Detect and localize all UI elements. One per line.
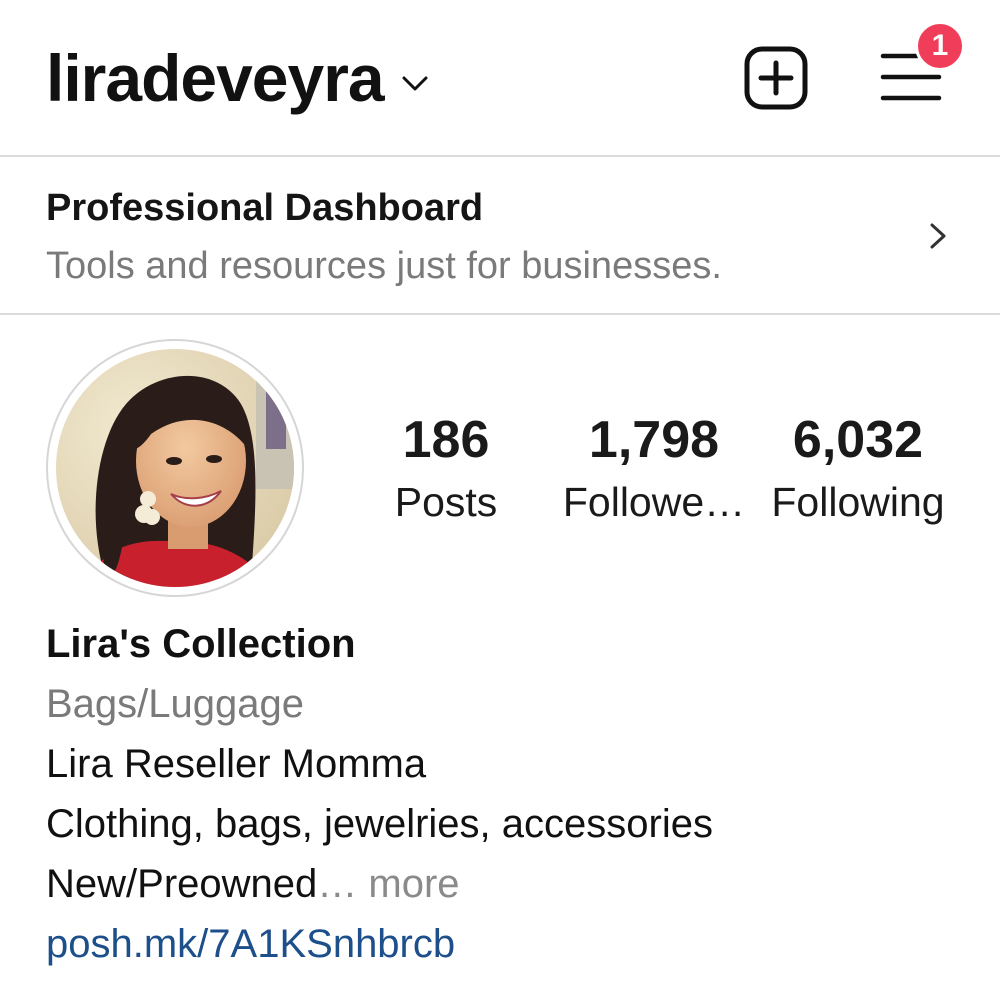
account-switcher[interactable]: liradeveyra bbox=[46, 38, 432, 118]
profile-website-link[interactable]: posh.mk/7A1KSnhbrcb bbox=[46, 922, 455, 967]
followers-stat[interactable]: 1,798 Followe… bbox=[558, 408, 750, 532]
plus-square-icon[interactable] bbox=[744, 46, 808, 110]
chevron-down-icon bbox=[402, 76, 428, 91]
professional-dashboard-row[interactable]: Professional Dashboard Tools and resourc… bbox=[0, 157, 1000, 313]
profile-name: Lira's Collection bbox=[46, 622, 356, 666]
posts-count: 186 bbox=[402, 411, 490, 469]
bio-truncated-text: New/Preowned bbox=[46, 862, 318, 906]
bio-more-link[interactable]: more bbox=[368, 862, 459, 906]
dashboard-divider bbox=[0, 313, 1000, 315]
avatar-photo bbox=[56, 349, 294, 587]
following-stat[interactable]: 6,032 Following bbox=[758, 408, 958, 532]
bio-ellipsis: … bbox=[317, 862, 358, 906]
posts-label: Posts bbox=[394, 479, 498, 525]
username: liradeveyra bbox=[46, 41, 385, 115]
posts-stat[interactable]: 186 Posts bbox=[380, 408, 512, 532]
bio-description: Clothing, bags, jewelries, accessories bbox=[46, 802, 713, 846]
profile-category: Bags/Luggage bbox=[46, 682, 305, 726]
following-label: Following bbox=[771, 479, 945, 525]
bio-truncated-line: New/Preowned… more bbox=[46, 862, 460, 907]
bio-tagline: Lira Reseller Momma bbox=[46, 742, 427, 786]
profile-header: liradeveyra 1 bbox=[0, 0, 1000, 155]
notification-badge: 1 bbox=[915, 21, 965, 71]
followers-count: 1,798 bbox=[588, 411, 720, 469]
dashboard-subtitle: Tools and resources just for businesses. bbox=[46, 245, 722, 287]
profile-avatar[interactable] bbox=[46, 339, 304, 597]
dashboard-title: Professional Dashboard bbox=[46, 187, 484, 229]
chevron-right-icon bbox=[930, 223, 946, 249]
following-count: 6,032 bbox=[792, 411, 924, 469]
followers-label: Followe… bbox=[562, 479, 746, 525]
